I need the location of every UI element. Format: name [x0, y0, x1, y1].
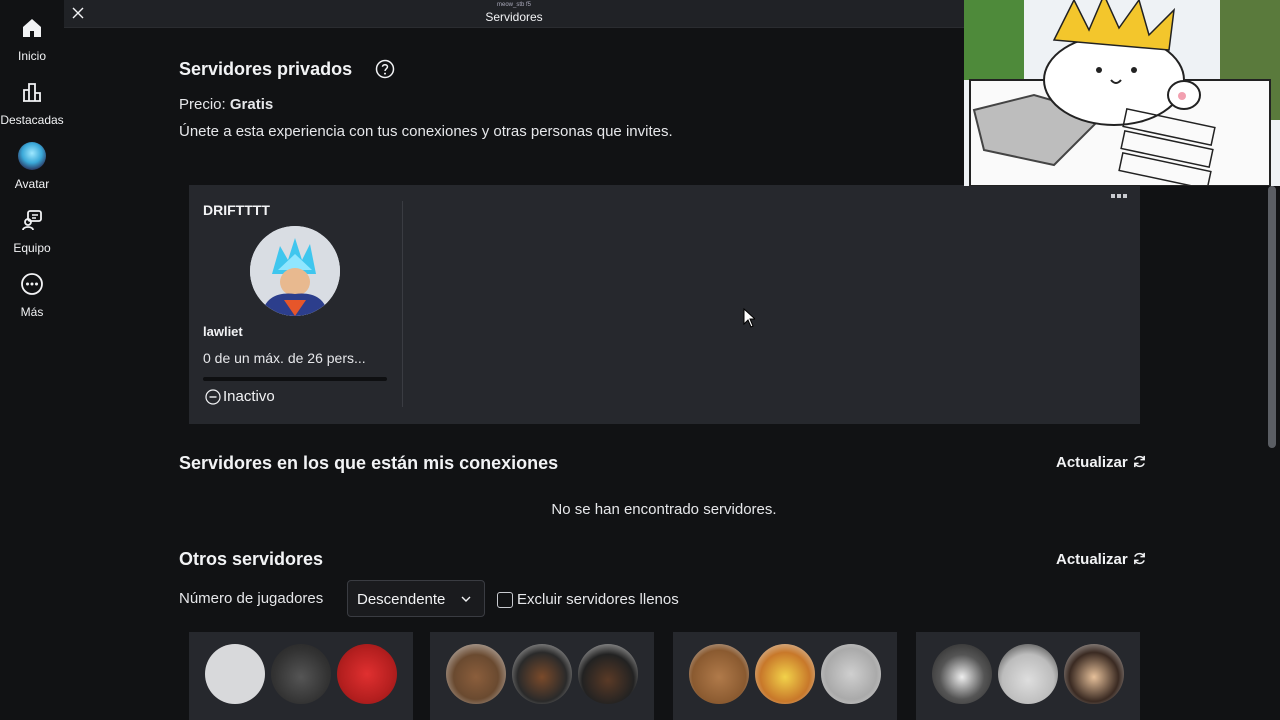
sort-dropdown-value: Descendente	[357, 591, 446, 608]
refresh-label: Actualizar	[1056, 551, 1128, 568]
chart-icon	[23, 83, 41, 102]
owner-avatar	[250, 226, 340, 316]
servers-page: Inicio Destacadas Avatar Equipo Más meow…	[0, 0, 1280, 720]
private-servers-heading: Servidores privados	[179, 59, 353, 79]
sidebar: Inicio Destacadas Avatar Equipo Más	[0, 0, 64, 720]
divider	[402, 201, 403, 407]
sidebar-item-label: Inicio	[17, 49, 46, 63]
chevron-down-icon	[461, 596, 471, 602]
refresh-label: Actualizar	[1056, 454, 1128, 471]
more-options-icon[interactable]	[1110, 193, 1128, 199]
player-avatar	[578, 644, 638, 704]
player-avatar	[271, 644, 331, 704]
refresh-icon	[1133, 552, 1145, 565]
inactive-icon	[205, 389, 221, 405]
private-server-tile[interactable]: DRIFTTTT lawliet 0 de un máx. de 26 pers…	[189, 185, 403, 424]
exclude-full-label[interactable]: Excluir servidores llenos	[517, 591, 679, 608]
refresh-icon	[1133, 455, 1145, 468]
friends-servers-heading: Servidores en los que están mis conexion…	[179, 453, 559, 473]
window-subtitle: meow_stb f5	[496, 2, 532, 8]
other-servers-heading: Otros servidores	[179, 549, 324, 569]
server-card[interactable]	[673, 632, 897, 720]
sidebar-item-equipo[interactable]: Equipo	[0, 208, 64, 255]
price-row: Precio: Gratis	[179, 96, 273, 113]
mouse-cursor-icon	[743, 308, 755, 328]
owner-name: lawliet	[203, 324, 243, 339]
sort-label: Número de jugadores	[179, 590, 324, 607]
private-server-card[interactable]: DRIFTTTT lawliet 0 de un máx. de 26 pers…	[189, 185, 1140, 424]
help-icon[interactable]	[375, 59, 395, 79]
sidebar-item-mas[interactable]: Más	[0, 272, 64, 319]
player-count: 0 de un máx. de 26 pers...	[203, 350, 366, 366]
sidebar-item-label: Equipo	[13, 241, 51, 255]
empty-state-text: No se han encontrado servidores.	[551, 501, 777, 518]
player-avatar	[998, 644, 1058, 704]
window-title: Servidores	[485, 10, 543, 24]
scrollbar[interactable]	[1268, 186, 1276, 448]
player-avatar	[205, 644, 265, 704]
home-icon	[23, 19, 41, 37]
sidebar-item-avatar[interactable]: Avatar	[0, 142, 64, 191]
sidebar-item-inicio[interactable]: Inicio	[0, 16, 64, 63]
private-description: Únete a esta experiencia con tus conexio…	[179, 123, 673, 140]
player-avatar	[512, 644, 572, 704]
price-label: Precio:	[179, 96, 226, 113]
player-avatar	[1064, 644, 1124, 704]
refresh-other-button[interactable]: Actualizar	[1056, 551, 1147, 568]
sidebar-item-label: Destacadas	[0, 113, 64, 127]
sidebar-item-label: Más	[20, 305, 44, 319]
sort-dropdown[interactable]: Descendente	[347, 580, 485, 617]
refresh-friends-button[interactable]: Actualizar	[1056, 454, 1147, 471]
player-avatar	[446, 644, 506, 704]
player-avatar	[932, 644, 992, 704]
team-icon	[22, 210, 42, 231]
player-avatar	[689, 644, 749, 704]
player-avatar	[821, 644, 881, 704]
server-card[interactable]	[189, 632, 413, 720]
server-card[interactable]	[430, 632, 654, 720]
server-card[interactable]	[916, 632, 1140, 720]
exclude-full-checkbox[interactable]	[497, 592, 513, 608]
player-avatar	[755, 644, 815, 704]
player-avatar	[337, 644, 397, 704]
private-server-name: DRIFTTTT	[203, 202, 270, 218]
more-icon	[21, 273, 43, 295]
avatar-icon	[18, 142, 46, 170]
sidebar-item-destacadas[interactable]: Destacadas	[0, 80, 64, 127]
price-value: Gratis	[229, 96, 274, 113]
capacity-bar	[203, 377, 387, 381]
server-status: Inactivo	[223, 388, 275, 405]
sidebar-item-label: Avatar	[14, 177, 50, 191]
stream-overlay-image	[964, 0, 1280, 186]
top-bar: meow_stb f5 Servidores	[64, 0, 964, 28]
